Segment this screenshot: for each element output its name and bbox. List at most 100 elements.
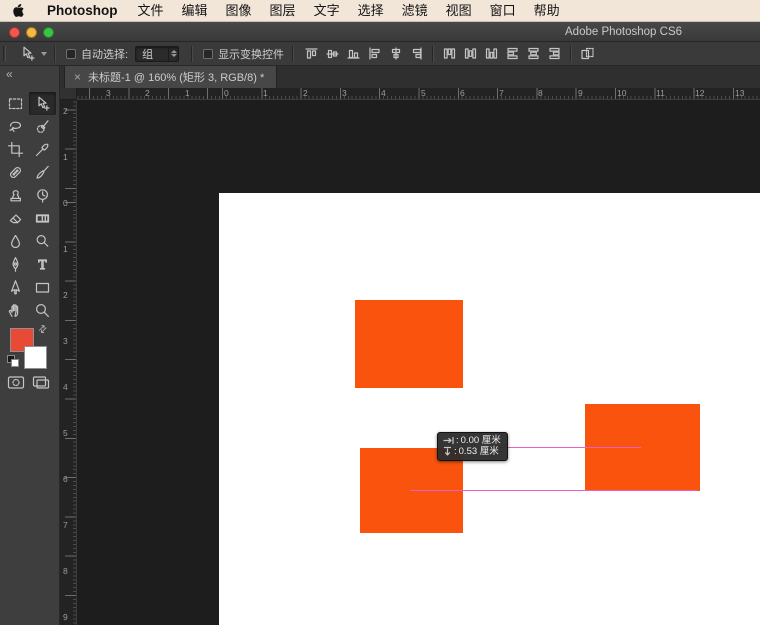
v-ruler-number: 4 (63, 382, 68, 392)
menu-item-8[interactable]: 视图 (437, 0, 481, 22)
menu-item-1[interactable]: 文件 (129, 0, 173, 22)
show-transform-controls-checkbox[interactable] (203, 48, 214, 59)
canvas-pasteboard[interactable]: :0.00 厘米:0.53 厘米 (77, 100, 760, 625)
close-window-button[interactable] (9, 26, 20, 38)
spot-healing-brush-tool[interactable] (2, 161, 29, 184)
auto-select-dropdown[interactable]: 组 (135, 45, 180, 62)
document-tab-bar: × 未标题-1 @ 160% (矩形 3, RGB/8) * (60, 66, 760, 88)
v-ruler-number: 8 (63, 566, 68, 576)
v-ruler-number: 5 (63, 428, 68, 438)
horizontal-ruler[interactable]: 3 2 1 0 1 2 3 4 5 6 7 8 9 10 11 12 13 (77, 88, 760, 100)
align-top-edges-button[interactable] (301, 44, 322, 64)
v-ruler-number: 3 (63, 336, 68, 346)
screen-mode-button[interactable] (31, 374, 51, 390)
distribute-top-edges-button[interactable] (439, 44, 460, 64)
lasso-tool[interactable] (2, 115, 29, 138)
history-brush-tool[interactable] (29, 184, 56, 207)
pen-tool[interactable] (2, 253, 29, 276)
dropdown-stepper-icon[interactable] (168, 46, 178, 61)
h-ruler-number: 6 (460, 88, 465, 98)
brush-tool (36, 165, 49, 179)
h-ruler-number: 3 (342, 88, 347, 98)
collapse-panel-icon[interactable]: « (6, 67, 13, 81)
document-tab[interactable]: × 未标题-1 @ 160% (矩形 3, RGB/8) * (64, 66, 278, 88)
menu-item-3[interactable]: 图像 (217, 0, 261, 22)
tool-options-bar: 自动选择: 组 显示变换控件 (0, 42, 760, 66)
align-bottom-edges-button[interactable] (343, 44, 364, 64)
orange-rectangle-1[interactable] (355, 300, 463, 388)
distribute-vertical-centers-button[interactable] (460, 44, 481, 64)
rectangular-marquee-tool[interactable] (2, 92, 29, 115)
eraser-tool[interactable] (2, 207, 29, 230)
align-left-edges-button[interactable] (364, 44, 385, 64)
eyedropper-tool[interactable] (29, 138, 56, 161)
zoom-window-button[interactable] (43, 26, 54, 38)
menu-item-6[interactable]: 选择 (349, 0, 393, 22)
rectangle-tool[interactable] (29, 276, 56, 299)
path-selection-tool[interactable] (2, 276, 29, 299)
distribute-right-edges-button[interactable] (544, 44, 565, 64)
svg-text:T: T (38, 257, 47, 272)
v-ruler-number: 1 (63, 152, 68, 162)
h-ruler-number: 9 (578, 88, 583, 98)
crop-tool[interactable] (2, 138, 29, 161)
brush-tool[interactable] (29, 161, 56, 184)
type-tool[interactable]: T (29, 253, 56, 276)
h-ruler-number: 1 (263, 88, 268, 98)
ruler-origin-corner[interactable] (60, 88, 77, 100)
eyedropper-tool (35, 143, 49, 157)
distribute-left-edges-button[interactable] (502, 44, 523, 64)
h-ruler-number: 11 (656, 88, 665, 98)
menu-item-2[interactable]: 编辑 (173, 0, 217, 22)
background-color-swatch[interactable] (24, 346, 47, 369)
menu-item-4[interactable]: 图层 (261, 0, 305, 22)
blur-tool[interactable] (2, 230, 29, 253)
minimize-window-button[interactable] (26, 26, 37, 38)
v-ruler-number: 9 (63, 612, 68, 622)
align-horizontal-centers-button[interactable] (385, 44, 406, 64)
hand-tool[interactable] (2, 299, 29, 322)
separator (570, 45, 573, 62)
quick-selection-tool[interactable] (29, 115, 56, 138)
pen-tool (12, 257, 19, 272)
auto-align-layers-button[interactable] (577, 44, 598, 64)
vertical-ruler[interactable]: 2 1 0 1 2 3 4 5 6 7 8 9 (60, 100, 77, 625)
measurement-separator: : (454, 446, 457, 457)
menu-item-7[interactable]: 滤镜 (393, 0, 437, 22)
move-tool-icon[interactable] (16, 45, 38, 63)
menu-item-9[interactable]: 窗口 (481, 0, 525, 22)
zoom-tool[interactable] (29, 299, 56, 322)
distribute-horizontal-centers-icon (528, 47, 539, 60)
menu-app-name[interactable]: Photoshop (36, 0, 129, 22)
options-bar-grip[interactable] (3, 46, 6, 61)
dodge-tool[interactable] (29, 230, 56, 253)
measurement-row: :0.53 厘米 (443, 446, 501, 457)
gradient-tool[interactable] (29, 207, 56, 230)
tool-preset-dropdown-icon[interactable] (41, 51, 47, 56)
hand-tool (8, 304, 19, 317)
auto-select-checkbox[interactable] (66, 48, 76, 59)
distribute-bottom-edges-icon (485, 48, 498, 59)
rectangle-tool (35, 282, 50, 293)
close-document-icon[interactable]: × (74, 66, 81, 88)
path-selection-tool (11, 280, 20, 295)
default-colors-icon[interactable] (7, 355, 20, 368)
menu-item-5[interactable]: 文字 (305, 0, 349, 22)
rectangular-marquee-tool (8, 98, 23, 110)
menu-item-10[interactable]: 帮助 (525, 0, 569, 22)
swap-colors-icon[interactable]: ⇄ (36, 323, 50, 337)
measurement-separator: : (456, 435, 459, 446)
auto-select-label: 自动选择: (81, 48, 129, 61)
tools-panel: « T ⇄ (0, 66, 60, 625)
apple-logo-icon[interactable] (12, 3, 26, 19)
align-right-edges-button[interactable] (406, 44, 427, 64)
quick-mask-mode-button[interactable] (6, 374, 26, 390)
clone-stamp-tool[interactable] (2, 184, 29, 207)
h-ruler-number: 8 (538, 88, 543, 98)
move-tool[interactable] (29, 92, 56, 115)
distribute-bottom-edges-button[interactable] (481, 44, 502, 64)
window-title-bar[interactable]: Adobe Photoshop CS6 (0, 22, 760, 42)
window-title: Adobe Photoshop CS6 (565, 26, 683, 38)
distribute-horizontal-centers-button[interactable] (523, 44, 544, 64)
align-vertical-centers-button[interactable] (322, 44, 343, 64)
